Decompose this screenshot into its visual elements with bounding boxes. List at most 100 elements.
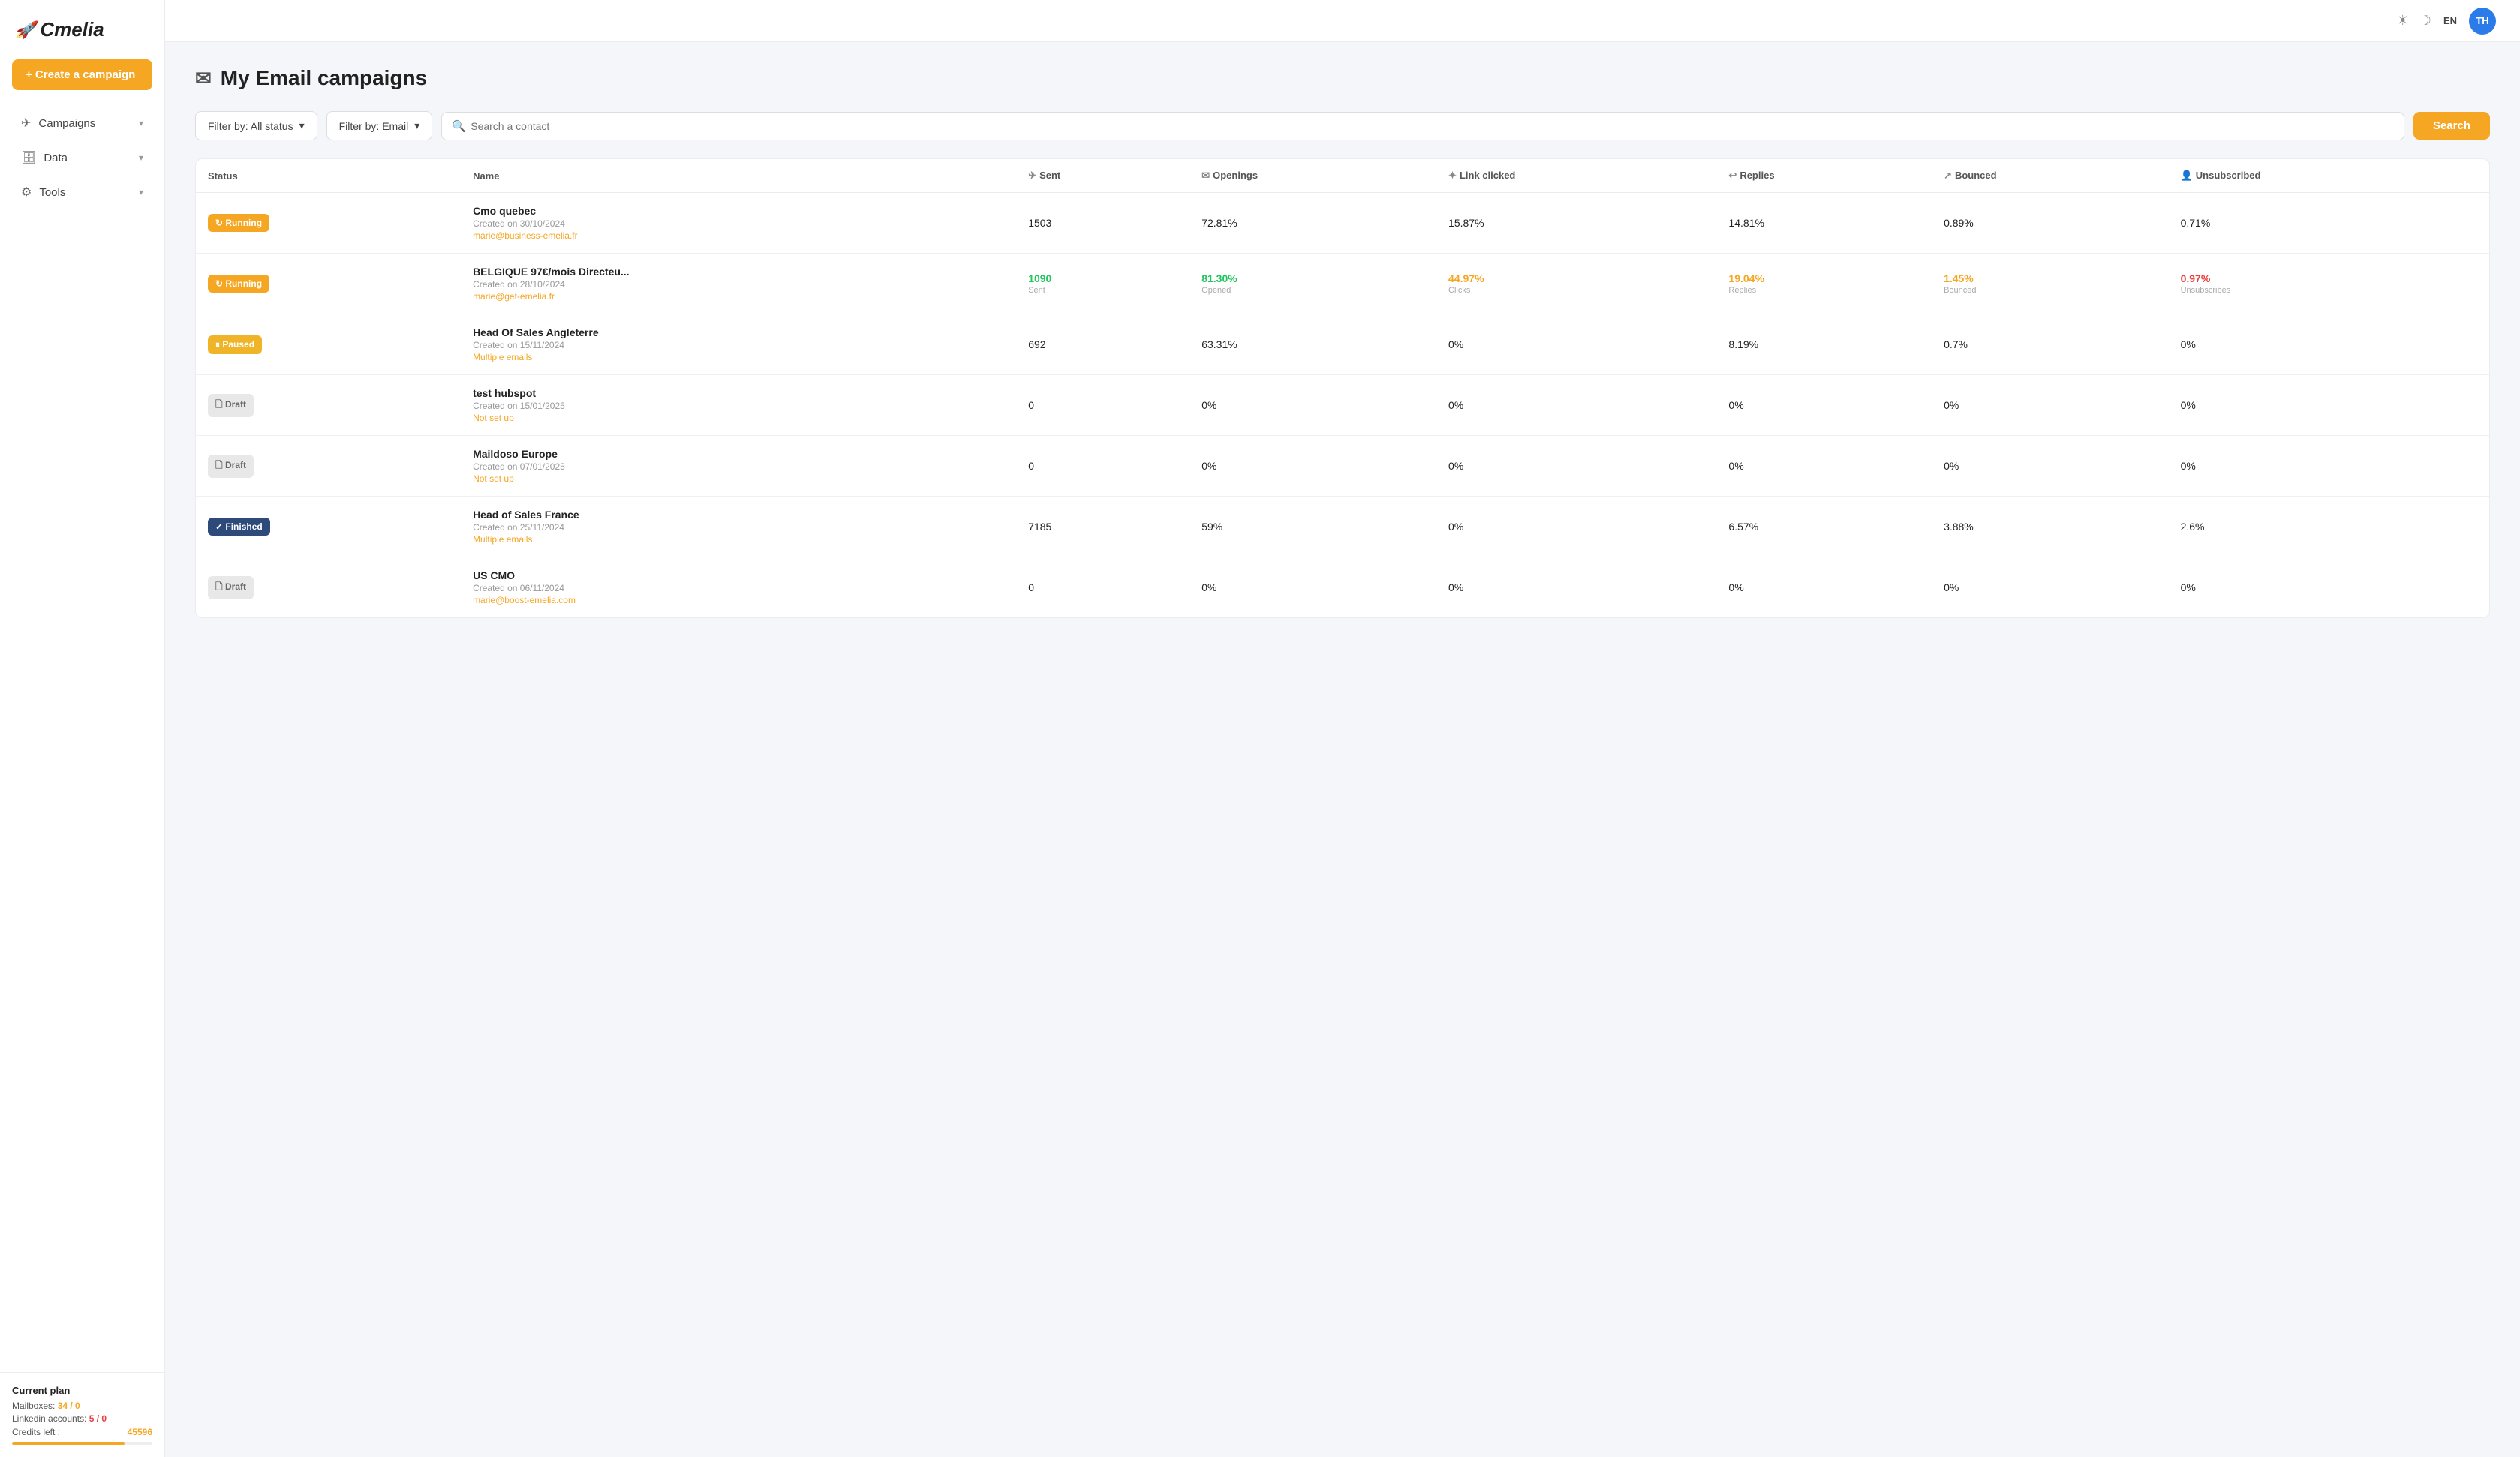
cell-status: 🗋 Draft [196, 557, 461, 618]
cell-bounced: 3.88% [1932, 497, 2169, 557]
cell-name: Maildoso Europe Created on 07/01/2025 No… [461, 436, 1016, 497]
chevron-down-icon: ▾ [299, 119, 305, 132]
cell-replies: 6.57% [1716, 497, 1932, 557]
sidebar-item-tools[interactable]: ⚙ Tools ▾ [6, 176, 158, 209]
col-replies: ↩Replies [1716, 159, 1932, 193]
language-selector[interactable]: EN [2443, 15, 2457, 26]
cell-name: Cmo quebec Created on 30/10/2024 marie@b… [461, 193, 1016, 254]
status-badge: 🗋 Draft [208, 455, 254, 478]
credits-bar [12, 1442, 152, 1445]
table-row[interactable]: ↻ Running BELGIQUE 97€/mois Directeu... … [196, 254, 2489, 314]
col-status: Status [196, 159, 461, 193]
sidebar-item-label-data: Data [44, 152, 68, 164]
filter-status-button[interactable]: Filter by: All status ▾ [195, 111, 317, 140]
table-row[interactable]: ↻ Running Cmo quebec Created on 30/10/20… [196, 193, 2489, 254]
cell-openings: 81.30% Opened [1189, 254, 1436, 314]
campaigns-icon: ✈ [21, 116, 31, 131]
search-container: 🔍 [441, 112, 2404, 140]
cell-unsubscribed: 0% [2169, 314, 2489, 375]
cell-link-clicked: 44.97% Clicks [1436, 254, 1716, 314]
table-row[interactable]: 🗋 Draft Maildoso Europe Created on 07/01… [196, 436, 2489, 497]
col-link-clicked: ✦Link clicked [1436, 159, 1716, 193]
sidebar-item-label-campaigns: Campaigns [38, 117, 95, 130]
logo-area: 🚀 Cmelia [0, 0, 164, 53]
cell-status: 🗋 Draft [196, 375, 461, 436]
cell-bounced: 0.89% [1932, 193, 2169, 254]
plan-mailboxes: Mailboxes: 34 / 0 [12, 1401, 152, 1411]
table-row[interactable]: 🗋 Draft US CMO Created on 06/11/2024 mar… [196, 557, 2489, 618]
avatar[interactable]: TH [2469, 8, 2496, 35]
cell-bounced: 0% [1932, 375, 2169, 436]
sidebar-item-data[interactable]: 🗄 Data ▾ [6, 141, 158, 174]
col-unsubscribed: 👤Unsubscribed [2169, 159, 2489, 193]
sun-icon: ☀ [2397, 13, 2409, 29]
cell-link-clicked: 0% [1436, 314, 1716, 375]
status-badge: 🗋 Draft [208, 394, 254, 417]
cell-sent: 1503 [1016, 193, 1189, 254]
cell-unsubscribed: 0.97% Unsubscribes [2169, 254, 2489, 314]
cell-name: test hubspot Created on 15/01/2025 Not s… [461, 375, 1016, 436]
cell-sent: 0 [1016, 436, 1189, 497]
filters-row: Filter by: All status ▾ Filter by: Email… [195, 111, 2490, 140]
cell-unsubscribed: 0% [2169, 375, 2489, 436]
cell-sent: 7185 [1016, 497, 1189, 557]
cell-name: Head of Sales France Created on 25/11/20… [461, 497, 1016, 557]
topbar-icons: ☀ ☽ [2397, 13, 2431, 29]
filter-type-button[interactable]: Filter by: Email ▾ [326, 111, 433, 140]
cell-status: ↻ Running [196, 193, 461, 254]
col-name: Name [461, 159, 1016, 193]
table-row[interactable]: 🗋 Draft test hubspot Created on 15/01/20… [196, 375, 2489, 436]
cell-replies: 0% [1716, 375, 1932, 436]
chevron-down-icon: ▾ [139, 118, 143, 128]
status-badge: ⏸ Paused [208, 335, 262, 354]
chevron-down-icon: ▾ [414, 119, 419, 132]
cell-openings: 72.81% [1189, 193, 1436, 254]
plan-linkedin: Linkedin accounts: 5 / 0 [12, 1413, 152, 1424]
create-campaign-button[interactable]: + Create a campaign [12, 59, 152, 90]
logo-label: Cmelia [40, 18, 104, 41]
table-row[interactable]: ✓ Finished Head of Sales France Created … [196, 497, 2489, 557]
search-button[interactable]: Search [2413, 112, 2490, 140]
content-area: ✉ My Email campaigns Filter by: All stat… [165, 42, 2520, 1457]
col-bounced: ↗Bounced [1932, 159, 2169, 193]
cell-openings: 0% [1189, 557, 1436, 618]
chevron-down-icon: ▾ [139, 187, 143, 197]
cell-replies: 0% [1716, 557, 1932, 618]
table-header-row: Status Name ✈Sent ✉Openings ✦Link clicke… [196, 159, 2489, 193]
cell-replies: 8.19% [1716, 314, 1932, 375]
cell-status: 🗋 Draft [196, 436, 461, 497]
search-input[interactable] [441, 112, 2404, 140]
col-openings: ✉Openings [1189, 159, 1436, 193]
col-sent: ✈Sent [1016, 159, 1189, 193]
table-row[interactable]: ⏸ Paused Head Of Sales Angleterre Create… [196, 314, 2489, 375]
cell-bounced: 0% [1932, 557, 2169, 618]
logo-icon: 🚀 [15, 20, 35, 40]
email-icon: ✉ [195, 67, 212, 90]
cell-bounced: 0.7% [1932, 314, 2169, 375]
cell-name: Head Of Sales Angleterre Created on 15/1… [461, 314, 1016, 375]
campaigns-table: Status Name ✈Sent ✉Openings ✦Link clicke… [195, 158, 2490, 618]
cell-sent: 0 [1016, 375, 1189, 436]
cell-unsubscribed: 0% [2169, 436, 2489, 497]
cell-openings: 0% [1189, 436, 1436, 497]
cell-link-clicked: 0% [1436, 557, 1716, 618]
cell-link-clicked: 0% [1436, 375, 1716, 436]
cell-status: ⏸ Paused [196, 314, 461, 375]
credits-fill [12, 1442, 125, 1445]
cell-openings: 59% [1189, 497, 1436, 557]
cell-link-clicked: 15.87% [1436, 193, 1716, 254]
cell-sent: 1090 Sent [1016, 254, 1189, 314]
cell-status: ↻ Running [196, 254, 461, 314]
tools-icon: ⚙ [21, 185, 32, 200]
sidebar-nav: ✈ Campaigns ▾ 🗄 Data ▾ ⚙ Tools ▾ [0, 105, 164, 210]
cell-name: BELGIQUE 97€/mois Directeu... Created on… [461, 254, 1016, 314]
sidebar-item-campaigns[interactable]: ✈ Campaigns ▾ [6, 107, 158, 140]
cell-status: ✓ Finished [196, 497, 461, 557]
cell-link-clicked: 0% [1436, 497, 1716, 557]
status-badge: 🗋 Draft [208, 576, 254, 599]
cell-sent: 692 [1016, 314, 1189, 375]
topbar: ☀ ☽ EN TH [165, 0, 2520, 42]
cell-replies: 0% [1716, 436, 1932, 497]
main-area: ☀ ☽ EN TH ✉ My Email campaigns Filter by… [165, 0, 2520, 1457]
search-icon: 🔍 [452, 119, 466, 133]
